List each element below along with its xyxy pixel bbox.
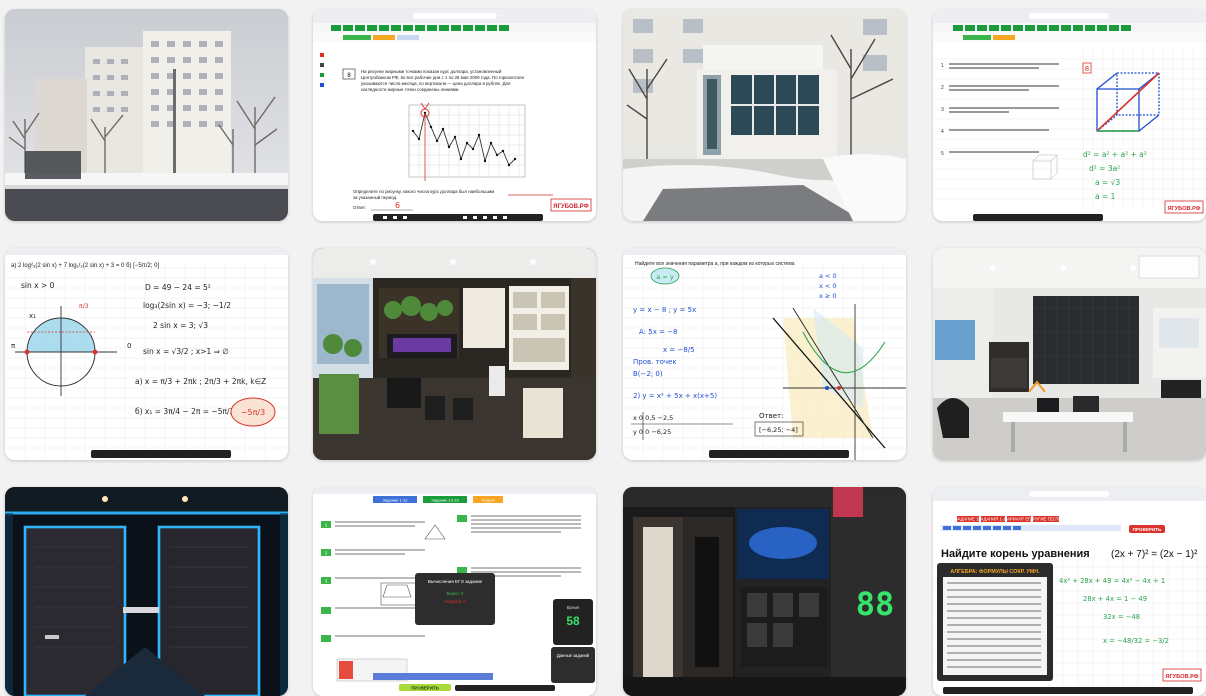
cond-2: x < 0 — [819, 282, 837, 290]
check-button-label: ПРОВЕРИТЬ — [1133, 527, 1162, 532]
final-answer: −5π/3 — [241, 408, 265, 417]
brand-logo: ЯГУБОВ.РФ — [553, 204, 588, 210]
parameter-screen: Найдите все значения параметра a, при ка… — [623, 248, 906, 460]
cond-3: x ≥ 0 — [819, 292, 837, 300]
formula-panel-title: АЛГЕБРА: ФОРМУЛЫ СОКР. УМН. — [950, 569, 1040, 575]
photo-neon-clock-room[interactable]: 88 — [623, 487, 906, 696]
step-log: log₃(2sin x) = −3; −1/2 — [143, 301, 231, 310]
red-answer: 8 — [1085, 65, 1089, 73]
item-4: 4 — [941, 129, 944, 135]
screenshot-parameter-graph[interactable]: Найдите все значения параметра a, при ка… — [623, 248, 906, 460]
cond-1: a < 0 — [819, 272, 837, 280]
screenshot-trig-circle[interactable]: a) 2 log²₉(2 sin x) + 7 log₁/₃(2 sin x) … — [5, 248, 288, 460]
check-button-label: ПРОВЕРИТЬ — [411, 686, 438, 691]
equation-header: a) 2 log²₉(2 sin x) + 7 log₁/₃(2 sin x) … — [11, 263, 159, 269]
classroom-photo — [313, 248, 596, 460]
line-3: x = −8/5 — [663, 346, 695, 354]
solution-step-1: 4x² + 28x + 49 = 4x² − 4x + 1 — [1059, 577, 1165, 585]
cube-formula-1: d² = a² + a² + a² — [1083, 150, 1147, 159]
photo-street-building[interactable] — [5, 9, 288, 221]
answer-b: б) x₁ = 3π/4 − 2π = −5π/3 — [135, 407, 235, 416]
pi3-label: π/3 — [79, 303, 89, 310]
answer-value: 6 — [395, 201, 400, 210]
photo-classroom-plants[interactable] — [313, 248, 596, 460]
trig-screen: a) 2 log²₉(2 sin x) + 7 log₁/₃(2 sin x) … — [5, 248, 288, 460]
card-title: Данные заданий — [557, 653, 590, 658]
table-row-y: y 0 0 −6,25 — [633, 428, 671, 436]
screenshot-chart-task[interactable]: 8 На рисунке жирными точками показан кур… — [313, 9, 596, 221]
solution-step-4: x = −48/32 = −3/2 — [1103, 637, 1169, 645]
task-text-2: Центробанком РФ, во все рабочие дни с 1 … — [361, 75, 524, 80]
step-sin: 2 sin x = 3; √3 — [153, 321, 208, 330]
cube-task-screen: 1 2 3 4 5 8 d² = a² + a² + a² d² = 3a² a… — [933, 9, 1206, 221]
substitution-tag: a = y — [656, 273, 674, 281]
question-1: Определите по рисунку, какого числа курс… — [353, 189, 494, 194]
x1-label: x₁ — [29, 312, 36, 320]
neon-clock: 88 — [856, 585, 895, 623]
dollar-rate-chart — [408, 102, 526, 181]
solution-step-2: 28x + 4x = 1 − 49 — [1083, 595, 1147, 603]
line-5: B(−2; 0) — [633, 370, 663, 378]
brand-logo: ЯГУБОВ.РФ — [1167, 206, 1200, 212]
corridor-photo — [5, 487, 288, 696]
task-text-3: указываются числа месяца, по вертикали —… — [361, 81, 511, 86]
tab-1-label: Задание 1-12 — [383, 498, 409, 503]
screenshot-test-interface[interactable]: Задание 1-12 Задание 13-19 Теория 1 2 3 — [313, 487, 596, 696]
line-1: y = x − 8 ; y = 5x — [633, 306, 696, 314]
line-6: 2) y = x² + 5x + x(x+5) — [633, 392, 717, 400]
question-2: за указанный период. — [353, 195, 397, 200]
screenshot-equation[interactable]: ЗАДАНИЕ 13 ЗАДАНИЯ 1-12 ВАРИАНТ ЕГЭ ДРУГ… — [933, 487, 1206, 696]
cube-formula-3: a = √3 — [1095, 178, 1120, 187]
answer-interval: [−6,25; −4] — [759, 426, 798, 434]
photo-neon-corridor[interactable] — [5, 487, 288, 696]
cube-formula-4: a = 1 — [1095, 192, 1116, 201]
equation-screen: ЗАДАНИЕ 13 ЗАДАНИЯ 1-12 ВАРИАНТ ЕГЭ ДРУГ… — [933, 487, 1206, 696]
office-photo — [933, 248, 1206, 460]
zero-label: 0 — [127, 342, 131, 350]
task-text-1: На рисунке жирными точками показан курс … — [361, 69, 502, 74]
cube-formula-2: d² = 3a² — [1089, 164, 1120, 173]
chart-task-screen: 8 На рисунке жирными точками показан кур… — [313, 9, 596, 221]
solution-step-3: 32x = −48 — [1103, 613, 1140, 621]
timer-label: Время — [567, 605, 580, 610]
condition: sin x > 0 — [21, 281, 55, 290]
step-sinx: sin x = √3/2 ; x>1 ⇒ ∅ — [143, 347, 229, 356]
photo-building-entrance[interactable] — [623, 9, 906, 221]
screenshot-cube-task[interactable]: 1 2 3 4 5 8 d² = a² + a² + a² d² = 3a² a… — [933, 9, 1206, 221]
popup-wrong: Неверно: 0 — [444, 599, 466, 604]
tab-2-label: Задание 13-19 — [431, 498, 459, 503]
answer-a: a) x = π/3 + 2πk ; 2π/3 + 2πk, k∈Z — [135, 377, 266, 386]
answer-label: Ответ: — [759, 412, 783, 420]
line-2: A: 5x = −8 — [639, 328, 677, 336]
task-header: Найдите все значения параметра a, при ка… — [635, 260, 795, 267]
step-discriminant: D = 49 − 24 = 5² — [145, 283, 211, 292]
answer-label: Ответ: — [353, 205, 366, 210]
brand-logo: ЯГУБОВ.РФ — [1165, 674, 1198, 680]
popup-title: Вычисления ЕГЭ задание — [428, 579, 483, 584]
task-text-4: наглядности жирные точки соединены линия… — [361, 87, 460, 92]
test-screen: Задание 1-12 Задание 13-19 Теория 1 2 3 — [313, 487, 596, 696]
task-equation: (2x + 7)² = (2x − 1)² — [1111, 549, 1198, 560]
photo-office-room[interactable] — [933, 248, 1206, 460]
clock-room-photo: 88 — [623, 487, 906, 696]
item-1: 1 — [941, 63, 944, 69]
popup-correct: Верно: 0 — [447, 591, 464, 596]
tab-other-tests[interactable]: ДРУГИЕ ТЕСТЫ — [1030, 517, 1062, 522]
item-3: 3 — [941, 107, 944, 113]
table-row-x: x 0 0,5 −2,5 — [633, 414, 673, 422]
item-5: 5 — [941, 151, 944, 157]
street-photo — [5, 9, 288, 221]
line-4: Пров. точек — [633, 358, 677, 366]
entrance-photo — [623, 9, 906, 221]
timer-value: 58 — [566, 614, 580, 628]
tab-3-label: Теория — [481, 498, 494, 503]
task-title: Найдите корень уравнения — [941, 548, 1090, 560]
gallery-grid: 8 На рисунке жирными точками показан кур… — [0, 0, 1206, 696]
item-2: 2 — [941, 85, 944, 91]
